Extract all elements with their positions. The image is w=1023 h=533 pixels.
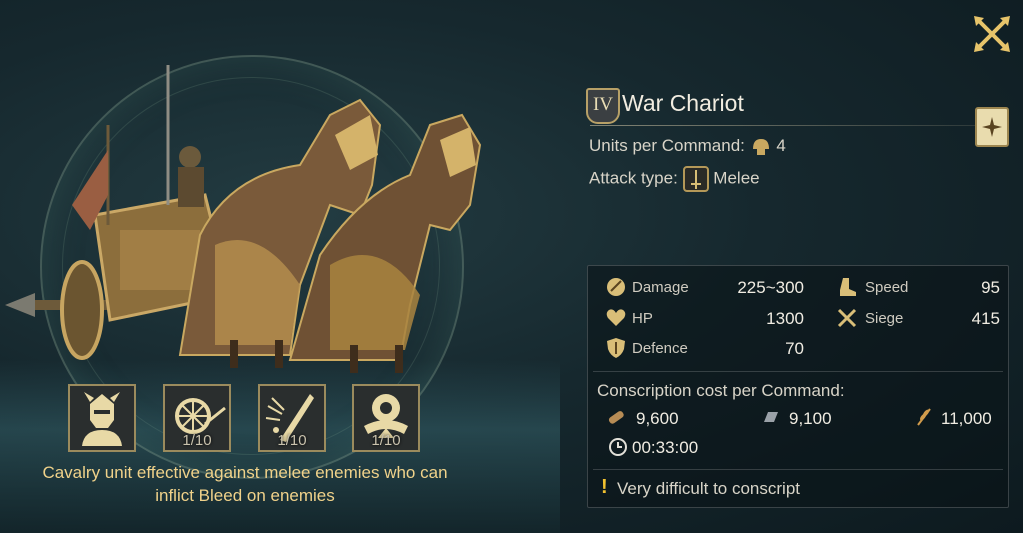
units-per-command-row: Units per Command: 4	[589, 136, 786, 157]
hp-label: HP	[632, 310, 653, 327]
iron-ingot-icon	[764, 412, 778, 422]
wood-cost: 9,600	[636, 409, 679, 428]
speed-boot-icon	[840, 278, 856, 296]
speed-value: 95	[981, 278, 1000, 297]
tier-badge: IV	[586, 88, 620, 124]
warning-text: Very difficult to conscript	[617, 479, 800, 498]
wood-icon	[608, 411, 624, 424]
war-chariot-artwork	[5, 65, 482, 373]
siege-label: Siege	[865, 310, 904, 327]
stats-divider	[593, 371, 1003, 372]
defence-label: Defence	[632, 340, 688, 357]
melee-sword-icon	[682, 166, 709, 192]
siege-value: 415	[971, 309, 1000, 328]
damage-value: 225~300	[737, 278, 804, 297]
helmet-icon	[752, 138, 769, 155]
clock-icon	[609, 438, 627, 456]
conscription-time: 00:33:00	[632, 438, 699, 457]
attack-type-label: Attack type:	[589, 168, 678, 188]
wheat-icon	[917, 408, 931, 426]
description-line-1: Cavalry unit effective against melee ene…	[42, 463, 448, 482]
warning-divider	[593, 469, 1003, 470]
defence-shield-icon	[607, 338, 625, 358]
codex-button[interactable]	[975, 107, 1009, 147]
hp-heart-icon	[606, 309, 626, 326]
skill-level: 1/10	[277, 432, 307, 449]
compass-star-icon	[982, 117, 1002, 137]
food-cost: 11,000	[941, 409, 992, 428]
unit-title: War Chariot	[622, 90, 744, 116]
title-divider	[590, 125, 980, 126]
attack-type-row: Attack type: Melee	[589, 166, 760, 192]
siege-hammers-icon	[837, 308, 857, 328]
exclamation-icon: !	[601, 476, 608, 498]
description-line-2: inflict Bleed on enemies	[155, 486, 335, 505]
crossed-swords-close-icon	[974, 16, 1010, 52]
damage-icon	[607, 278, 625, 296]
skill-slot-3[interactable]: 1/10	[258, 384, 326, 452]
hp-value: 1300	[766, 309, 804, 328]
units-per-command-label: Units per Command:	[589, 136, 745, 155]
units-per-command-value: 4	[776, 136, 786, 155]
speed-label: Speed	[865, 279, 909, 296]
skill-level: 1/10	[371, 432, 401, 449]
knight-helm-icon	[70, 386, 134, 450]
skill-slot-1[interactable]	[68, 384, 136, 452]
iron-cost: 9,100	[789, 409, 832, 428]
conscription-label: Conscription cost per Command:	[597, 381, 845, 400]
skill-level: 1/10	[182, 432, 212, 449]
skill-slot-4[interactable]: 1/10	[352, 384, 420, 452]
defence-value: 70	[785, 339, 804, 358]
unit-description: Cavalry unit effective against melee ene…	[0, 461, 490, 507]
skill-slot-2[interactable]: 1/10	[163, 384, 231, 452]
attack-type-value: Melee	[713, 168, 760, 188]
damage-label: Damage	[632, 279, 689, 296]
close-button[interactable]	[970, 12, 1014, 56]
